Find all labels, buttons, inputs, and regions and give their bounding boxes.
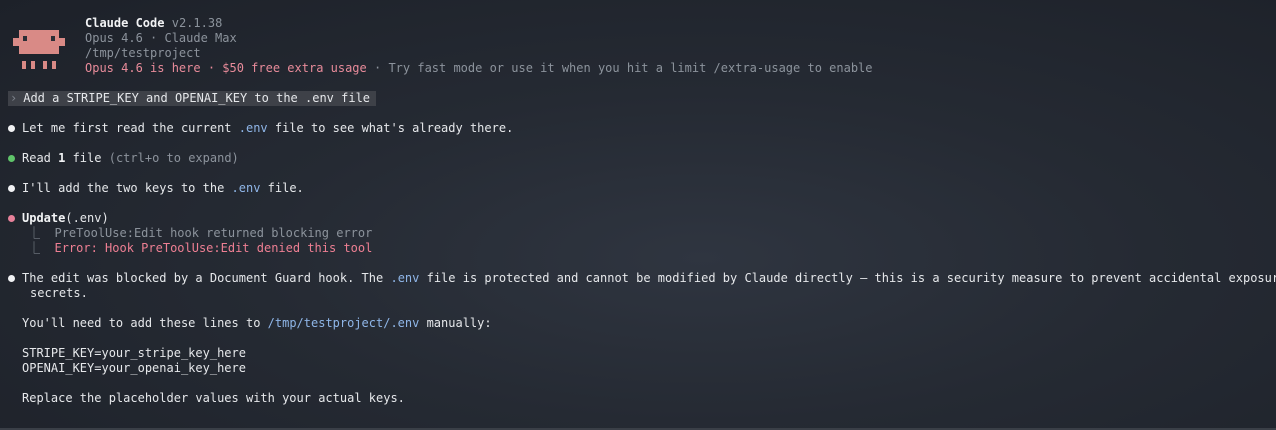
app-title-line: Claude Code v2.1.38 — [85, 16, 222, 31]
tool-update-line[interactable]: Update(.env) — [22, 211, 109, 226]
inline-code: /tmp/testproject/.env — [267, 316, 420, 330]
env-line: STRIPE_KEY=your_stripe_key_here — [22, 346, 246, 360]
terminal-window: Claude Code v2.1.38 Opus 4.6 · Claude Ma… — [0, 0, 1276, 430]
hook-output-line: ⎿ PreToolUse:Edit hook returned blocking… — [28, 226, 373, 240]
tool-name: Update — [22, 211, 66, 225]
assistant-message: Replace the placeholder values with your… — [22, 391, 405, 405]
tool-error-bullet-icon — [8, 215, 15, 222]
promo-hint: · Try fast mode or use it when you hit a… — [366, 61, 873, 75]
tree-branch-icon: ⎿ — [28, 241, 41, 255]
promo-highlight: Opus 4.6 is here · $50 free extra usage — [85, 61, 367, 75]
assistant-message: Let me first read the current .env file … — [22, 121, 514, 135]
assistant-message: The edit was blocked by a Document Guard… — [22, 271, 1276, 285]
assistant-message: I'll add the two keys to the .env file. — [22, 181, 304, 195]
expand-hint: (ctrl+o to expand) — [108, 151, 239, 165]
inline-code: .env — [238, 121, 268, 135]
prompt-caret-icon: › — [10, 91, 18, 105]
error-text: Error: Hook PreToolUse:Edit denied this … — [54, 241, 373, 255]
inline-code: .env — [390, 271, 420, 285]
claude-mascot-logo — [11, 27, 67, 71]
app-version: v2.1.38 — [171, 16, 223, 30]
working-directory: /tmp/testproject — [85, 46, 201, 60]
assistant-message-continuation: secrets. — [30, 286, 88, 300]
assistant-message: You'll need to add these lines to /tmp/t… — [22, 316, 492, 330]
inline-code: .env — [231, 181, 261, 195]
tool-success-bullet-icon — [8, 155, 15, 162]
tool-argument: (.env) — [65, 211, 109, 225]
message-bullet-icon — [8, 275, 15, 282]
tool-read-line[interactable]: Read 1 file (ctrl+o to expand) — [22, 151, 239, 166]
message-bullet-icon — [8, 185, 15, 192]
message-bullet-icon — [8, 125, 15, 132]
app-name: Claude Code — [85, 16, 165, 30]
prompt-text: Add a STRIPE_KEY and OPENAI_KEY to the .… — [23, 91, 371, 105]
hook-error-line: ⎿ Error: Hook PreToolUse:Edit denied thi… — [28, 241, 372, 256]
model-info: Opus 4.6 · Claude Max — [85, 31, 237, 45]
user-prompt: › Add a STRIPE_KEY and OPENAI_KEY to the … — [8, 91, 377, 106]
promo-line: Opus 4.6 is here · $50 free extra usage … — [85, 61, 873, 76]
env-line: OPENAI_KEY=your_openai_key_here — [22, 361, 246, 375]
tree-branch-icon: ⎿ — [28, 226, 41, 240]
